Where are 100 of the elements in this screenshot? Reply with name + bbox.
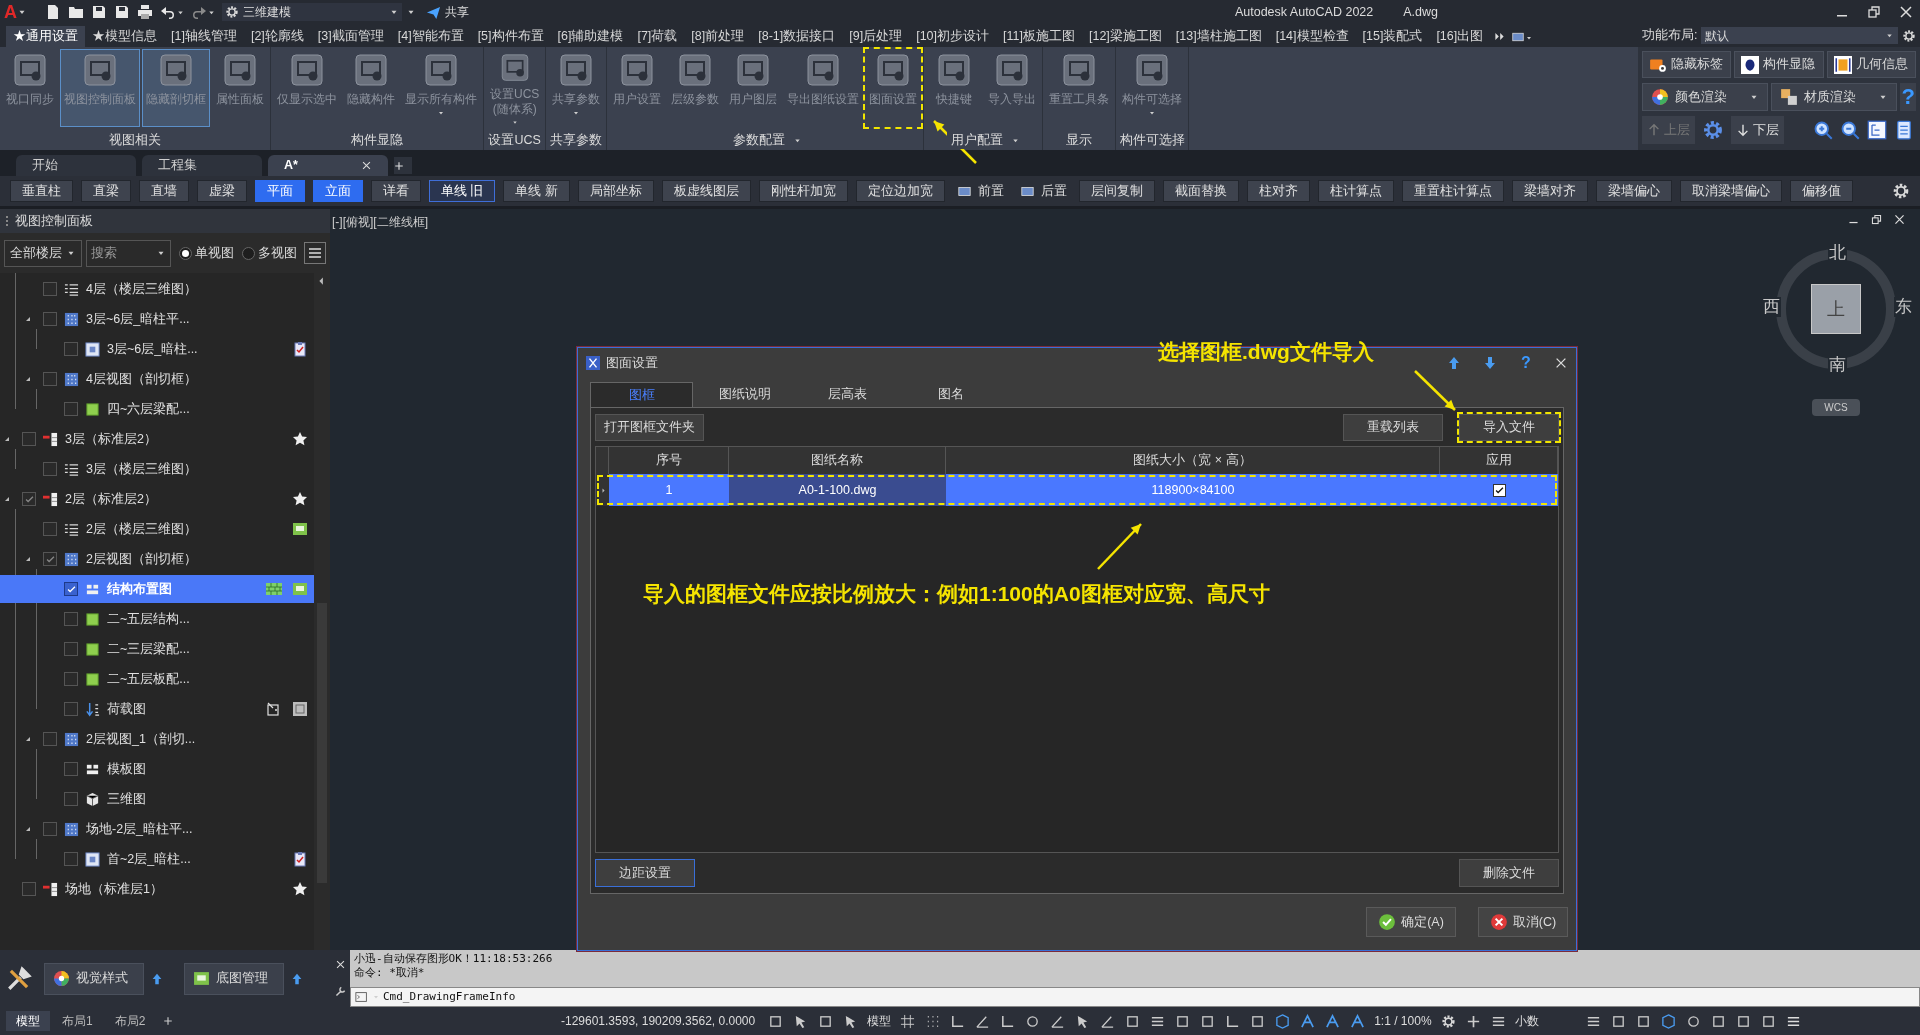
- checkbox[interactable]: [64, 402, 78, 416]
- square-icon[interactable]: [1710, 1013, 1726, 1029]
- close-icon[interactable]: [1554, 356, 1568, 370]
- square-icon[interactable]: [1175, 1013, 1191, 1029]
- toolbar-button[interactable]: 梁墙偏心: [1595, 180, 1672, 202]
- side-button[interactable]: 几何信息: [1826, 51, 1916, 78]
- document-tab[interactable]: 开始: [16, 155, 136, 176]
- document-icon[interactable]: [1894, 120, 1914, 140]
- toolbar-button[interactable]: 重置柱计算点: [1401, 180, 1504, 202]
- menu-tab[interactable]: [6]辅助建模: [550, 26, 631, 47]
- checkbox[interactable]: [1492, 483, 1506, 497]
- tree-row[interactable]: 4层视图（剖切框）: [0, 365, 314, 393]
- share-button[interactable]: 共享: [426, 3, 469, 21]
- tree-view-icon[interactable]: [1867, 120, 1887, 140]
- corner-icon[interactable]: [950, 1013, 966, 1029]
- tree-row[interactable]: 4层（楼层三维图）: [0, 275, 314, 303]
- layout-dropdown[interactable]: 默认: [1701, 27, 1898, 44]
- wrench-icon[interactable]: [333, 984, 347, 998]
- checkbox[interactable]: [43, 522, 57, 536]
- checkbox[interactable]: [43, 552, 57, 566]
- close-icon[interactable]: [361, 160, 372, 171]
- help-button[interactable]: ?: [1900, 83, 1916, 111]
- tree-row[interactable]: 二~五层板配...: [0, 665, 314, 693]
- checkbox[interactable]: [43, 312, 57, 326]
- tree-row[interactable]: 2层视图（剖切框）: [0, 545, 314, 573]
- toolbar-button[interactable]: 虚梁: [197, 180, 247, 202]
- corner-icon[interactable]: [1000, 1013, 1016, 1029]
- tree-row[interactable]: 场地-2层_暗柱平...: [0, 815, 314, 843]
- square-icon[interactable]: [1250, 1013, 1266, 1029]
- toolbar-button[interactable]: 柱计算点: [1317, 180, 1394, 202]
- space-toggle[interactable]: 模型: [863, 1012, 896, 1030]
- toolbar-button[interactable]: 刚性杆加宽: [758, 180, 848, 202]
- cube-icon[interactable]: [1275, 1013, 1291, 1029]
- clipboard-icon[interactable]: [292, 341, 308, 357]
- checkbox[interactable]: [22, 492, 36, 506]
- expanded-icon[interactable]: [4, 435, 12, 443]
- corner-icon[interactable]: [1225, 1013, 1241, 1029]
- compass-direction[interactable]: 东: [1894, 297, 1913, 317]
- checkbox[interactable]: [22, 882, 36, 896]
- checkbox[interactable]: [64, 342, 78, 356]
- settings-icon[interactable]: [1892, 182, 1910, 200]
- caret-icon[interactable]: [1525, 34, 1534, 42]
- tree-row[interactable]: 三维图: [0, 785, 314, 813]
- menu-tab[interactable]: [16]出图: [1429, 26, 1491, 47]
- print-icon[interactable]: [137, 4, 153, 20]
- checkbox[interactable]: [43, 372, 57, 386]
- grid-icon[interactable]: [900, 1013, 916, 1029]
- tree-row[interactable]: 二~三层梁配...: [0, 635, 314, 663]
- menu-tab[interactable]: ★模型信息: [85, 26, 164, 47]
- zoom-out-icon[interactable]: [1840, 120, 1860, 140]
- settings-icon[interactable]: [1440, 1013, 1456, 1029]
- tree-row[interactable]: 2层（楼层三维图）: [0, 515, 314, 543]
- close-icon[interactable]: [1893, 213, 1906, 226]
- square-icon[interactable]: [1200, 1013, 1216, 1029]
- square-icon[interactable]: [1735, 1013, 1751, 1029]
- compass-direction[interactable]: 南: [1828, 355, 1847, 375]
- document-tab[interactable]: A*: [268, 155, 388, 176]
- tree-row[interactable]: 模板图: [0, 755, 314, 783]
- toolbar-button[interactable]: 垂直柱: [10, 180, 73, 202]
- table-row[interactable]: 1 A0-1-100.dwg 118900×84100: [596, 474, 1558, 506]
- radio-label[interactable]: 多视图: [258, 243, 297, 263]
- expanded-icon[interactable]: [4, 495, 12, 503]
- checkbox[interactable]: [43, 822, 57, 836]
- scale-dropdown[interactable]: 1:1 / 100%: [1370, 1012, 1436, 1030]
- menu-tab[interactable]: ★通用设置: [6, 26, 85, 47]
- clipboard-icon[interactable]: [292, 851, 308, 867]
- menu-tab[interactable]: [3]截面管理: [310, 26, 391, 47]
- dialog-tab[interactable]: 图框: [590, 382, 693, 407]
- side-button[interactable]: 构件显隐: [1734, 51, 1824, 78]
- settings-icon[interactable]: [1902, 28, 1916, 43]
- picture-icon[interactable]: [292, 521, 308, 537]
- tree-row[interactable]: 3层（标准层2）: [0, 425, 314, 453]
- square-icon[interactable]: [1125, 1013, 1141, 1029]
- frame-icon[interactable]: [292, 701, 308, 717]
- move-up-icon[interactable]: [1446, 355, 1462, 371]
- bottom-tool-button[interactable]: 视觉样式: [44, 962, 144, 995]
- checkbox[interactable]: [64, 852, 78, 866]
- menu-tab[interactable]: [8-1]数据接口: [751, 26, 843, 47]
- restore-icon[interactable]: [1870, 213, 1883, 226]
- checkbox[interactable]: [64, 612, 78, 626]
- save-as-icon[interactable]: [114, 4, 130, 20]
- toolbar-button[interactable]: 定位边加宽: [855, 180, 945, 202]
- toolbar-button[interactable]: 单线 旧: [429, 180, 496, 202]
- plus-icon[interactable]: [163, 1016, 174, 1026]
- close-icon[interactable]: [1898, 4, 1914, 20]
- layout-tab[interactable]: 模型: [6, 1011, 50, 1031]
- tree-row[interactable]: 荷载图: [0, 695, 314, 723]
- render-dropdown[interactable]: 颜色渲染: [1642, 83, 1769, 111]
- render-dropdown[interactable]: 材质渲染: [1771, 83, 1898, 111]
- workspace-dropdown[interactable]: 三维建模: [222, 3, 402, 21]
- toolbar-button[interactable]: 前置: [952, 180, 1008, 202]
- help-button[interactable]: ?: [1518, 351, 1534, 375]
- toolbar-button[interactable]: 单线 新: [503, 180, 570, 202]
- menu-tab[interactable]: [2]轮廓线: [243, 26, 311, 47]
- toolbar-button[interactable]: 梁墙对齐: [1511, 180, 1588, 202]
- gear-icon[interactable]: [1702, 119, 1724, 141]
- star-icon[interactable]: [292, 491, 308, 507]
- menu-tab[interactable]: [9]后处理: [842, 26, 910, 47]
- square-icon[interactable]: [1760, 1013, 1776, 1029]
- compass-direction[interactable]: 西: [1762, 297, 1781, 317]
